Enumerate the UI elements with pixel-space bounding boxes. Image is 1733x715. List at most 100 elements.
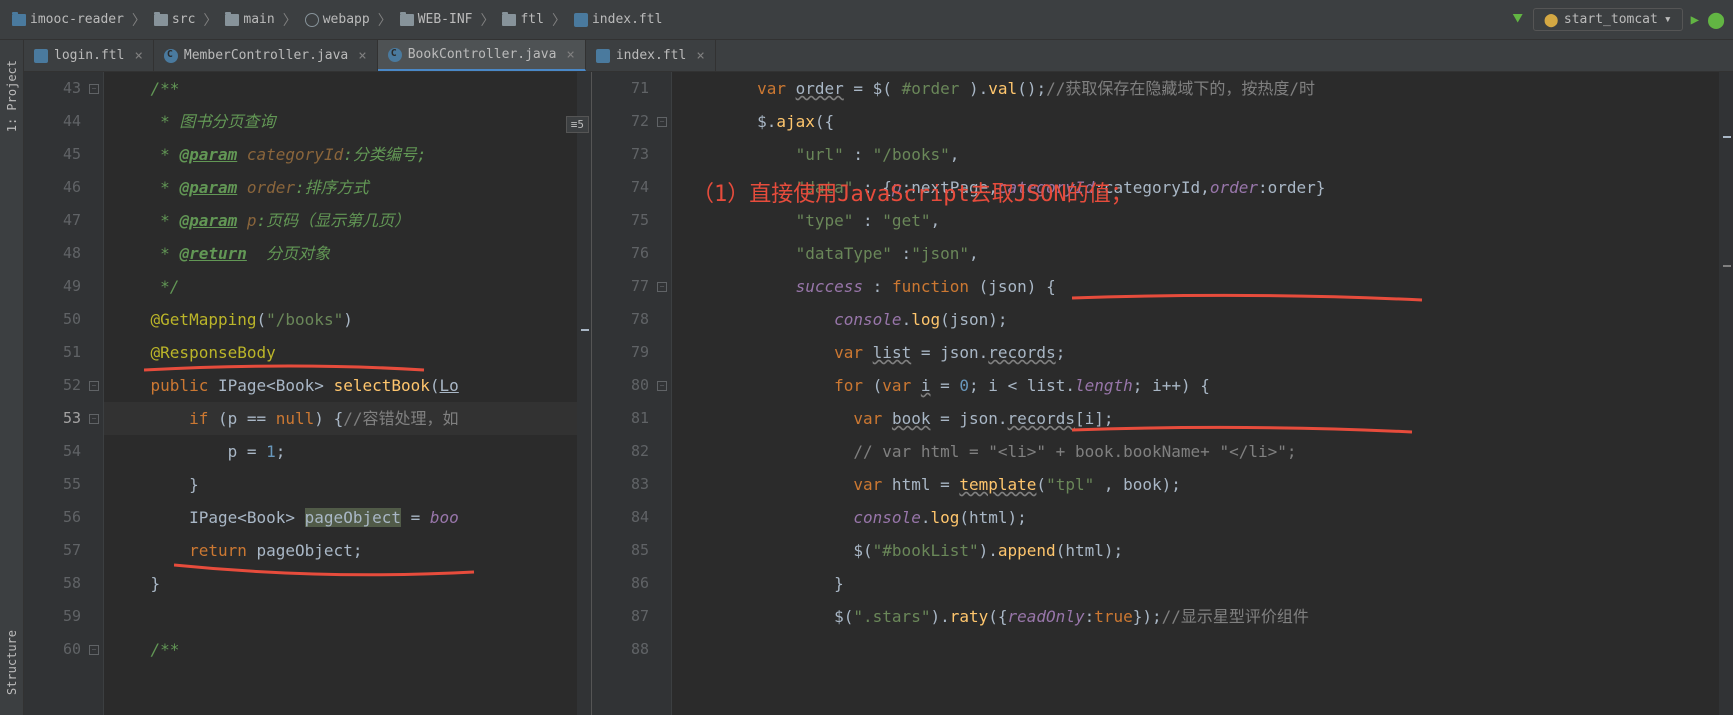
code-line[interactable]: "dataType" :"json", (672, 237, 1733, 270)
code-line[interactable]: p = 1; (104, 435, 591, 468)
sidebar-structure-button[interactable]: Structure (5, 630, 19, 695)
debug-icon[interactable]: ⬤ (1707, 10, 1725, 29)
fold-marker-icon[interactable]: − (657, 381, 667, 391)
fold-marker-icon[interactable]: − (657, 282, 667, 292)
line-number[interactable]: 58 (24, 567, 103, 600)
line-number[interactable]: 78 (592, 303, 671, 336)
code-line[interactable]: * 图书分页查询 (104, 105, 591, 138)
code-line[interactable]: } (104, 468, 591, 501)
line-number[interactable]: 49 (24, 270, 103, 303)
line-number[interactable]: 79 (592, 336, 671, 369)
breadcrumb-item[interactable]: main (221, 10, 278, 29)
line-number[interactable]: 55 (24, 468, 103, 501)
line-number[interactable]: 54 (24, 435, 103, 468)
editor-tab[interactable]: BookController.java× (378, 40, 586, 71)
close-icon[interactable]: × (696, 48, 704, 64)
breadcrumb-item[interactable]: webapp (301, 10, 374, 29)
gutter-right[interactable]: 7172−7374757677−787980−8182838485868788 (592, 72, 672, 715)
line-number[interactable]: 83 (592, 468, 671, 501)
code-line[interactable]: console.log(json); (672, 303, 1733, 336)
build-icon[interactable]: ⯆ (1511, 9, 1525, 30)
code-line[interactable]: $.ajax({ (672, 105, 1733, 138)
line-number[interactable]: 84 (592, 501, 671, 534)
code-line[interactable]: @ResponseBody (104, 336, 591, 369)
editor-tab[interactable]: index.ftl× (586, 40, 716, 71)
line-number[interactable]: 51 (24, 336, 103, 369)
line-number[interactable]: 86 (592, 567, 671, 600)
fold-marker-icon[interactable]: − (89, 414, 99, 424)
code-line[interactable]: public IPage<Book> selectBook(Lo (104, 369, 591, 402)
close-icon[interactable]: × (358, 48, 366, 64)
editor-pane-right[interactable]: 7172−7374757677−787980−8182838485868788 … (592, 72, 1733, 715)
code-line[interactable]: * @param order:排序方式 (104, 171, 591, 204)
code-line[interactable]: * @param p:页码（显示第几页） (104, 204, 591, 237)
line-number[interactable]: 72− (592, 105, 671, 138)
code-line[interactable]: var list = json.records; (672, 336, 1733, 369)
line-number[interactable]: 74 (592, 171, 671, 204)
line-number[interactable]: 81 (592, 402, 671, 435)
code-line[interactable]: if (p == null) {//容错处理，如 (104, 402, 591, 435)
line-number[interactable]: 52− (24, 369, 103, 402)
breadcrumb-item[interactable]: index.ftl (570, 10, 666, 29)
splitter-badge[interactable]: ≡5 (566, 116, 589, 133)
code-line[interactable]: $("#bookList").append(html); (672, 534, 1733, 567)
line-number[interactable]: 46 (24, 171, 103, 204)
breadcrumb-item[interactable]: imooc-reader (8, 10, 128, 29)
line-number[interactable]: 43− (24, 72, 103, 105)
code-line[interactable]: var html = template("tpl" , book); (672, 468, 1733, 501)
code-area-left[interactable]: /** * 图书分页查询 * @param categoryId:分类编号; *… (104, 72, 591, 715)
line-number[interactable]: 53− (24, 402, 103, 435)
line-number[interactable]: 57 (24, 534, 103, 567)
editor-tab[interactable]: login.ftl× (24, 40, 154, 71)
line-number[interactable]: 85 (592, 534, 671, 567)
line-number[interactable]: 45 (24, 138, 103, 171)
code-line[interactable]: /** (104, 633, 591, 666)
code-line[interactable]: "type" : "get", (672, 204, 1733, 237)
line-number[interactable]: 71 (592, 72, 671, 105)
fold-marker-icon[interactable]: − (89, 645, 99, 655)
code-line[interactable] (104, 600, 591, 633)
code-line[interactable]: var book = json.records[i]; (672, 402, 1733, 435)
line-number[interactable]: 82 (592, 435, 671, 468)
sidebar-project-button[interactable]: 1: Project (5, 60, 19, 132)
code-line[interactable]: IPage<Book> pageObject = boo (104, 501, 591, 534)
line-number[interactable]: 48 (24, 237, 103, 270)
code-line[interactable]: $(".stars").raty({readOnly:true});//显示星型… (672, 600, 1733, 633)
line-number[interactable]: 60− (24, 633, 103, 666)
code-line[interactable]: "data" : {p:nextPage,categoryId:category… (672, 171, 1733, 204)
line-number[interactable]: 87 (592, 600, 671, 633)
line-number[interactable]: 50 (24, 303, 103, 336)
line-number[interactable]: 73 (592, 138, 671, 171)
code-line[interactable]: for (var i = 0; i < list.length; i++) { (672, 369, 1733, 402)
code-line[interactable] (672, 633, 1733, 666)
code-line[interactable]: /** (104, 72, 591, 105)
code-line[interactable]: var order = $( #order ).val();//获取保存在隐藏域… (672, 72, 1733, 105)
code-line[interactable]: */ (104, 270, 591, 303)
code-line[interactable]: * @param categoryId:分类编号; (104, 138, 591, 171)
fold-marker-icon[interactable]: − (89, 84, 99, 94)
minimap-left[interactable] (577, 72, 591, 715)
close-icon[interactable]: × (566, 47, 574, 63)
close-icon[interactable]: × (134, 48, 142, 64)
code-line[interactable]: success : function (json) { (672, 270, 1733, 303)
code-line[interactable]: } (672, 567, 1733, 600)
code-line[interactable]: console.log(html); (672, 501, 1733, 534)
editor-pane-left[interactable]: ≡5 43−444546474849505152−53−545556575859… (24, 72, 592, 715)
code-line[interactable]: * @return 分页对象 (104, 237, 591, 270)
line-number[interactable]: 44 (24, 105, 103, 138)
code-line[interactable]: } (104, 567, 591, 600)
line-number[interactable]: 47 (24, 204, 103, 237)
fold-marker-icon[interactable]: − (657, 117, 667, 127)
line-number[interactable]: 56 (24, 501, 103, 534)
code-line[interactable]: "url" : "/books", (672, 138, 1733, 171)
line-number[interactable]: 77− (592, 270, 671, 303)
breadcrumb-item[interactable]: ftl (498, 10, 547, 29)
line-number[interactable]: 76 (592, 237, 671, 270)
editor-tab[interactable]: MemberController.java× (154, 40, 378, 71)
fold-marker-icon[interactable]: − (89, 381, 99, 391)
gutter-left[interactable]: 43−444546474849505152−53−54555657585960− (24, 72, 104, 715)
line-number[interactable]: 88 (592, 633, 671, 666)
minimap-right[interactable] (1719, 72, 1733, 715)
code-line[interactable]: // var html = "<li>" + book.bookName+ "<… (672, 435, 1733, 468)
run-icon[interactable]: ▶ (1691, 12, 1699, 28)
